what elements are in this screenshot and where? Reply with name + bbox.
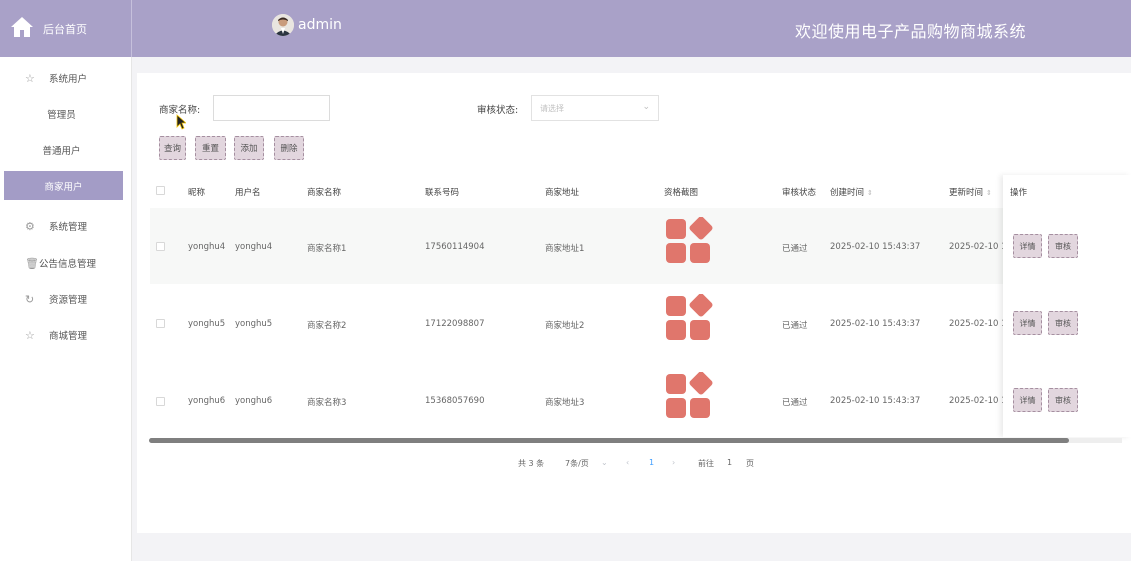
sidebar-item-label: 管理员	[47, 110, 76, 121]
cell-created: 2025-02-10 15:43:37	[830, 396, 921, 406]
cell-nickname: yonghu4	[188, 242, 226, 252]
sidebar-item-label: 商家用户	[44, 181, 83, 193]
pagination-total: 共 3 条	[518, 459, 545, 468]
username[interactable]: admin	[298, 17, 342, 33]
sidebar: ☆ 系统用户 管理员 普通用户 商家用户 ⚙ 系统管理 🗑 公告信息管理 ↻ 资…	[0, 57, 132, 561]
refresh-icon: ↻	[25, 292, 35, 306]
home-link[interactable]: 后台首页	[0, 0, 132, 57]
col-header-audit-status: 审核状态	[782, 188, 817, 198]
sidebar-item-label: 资源管理	[49, 295, 88, 306]
mouse-cursor-icon	[176, 114, 186, 130]
cell-nickname: yonghu6	[188, 396, 226, 406]
col-header-merchant-name: 商家名称	[307, 188, 342, 198]
sidebar-item-label: 商城管理	[49, 331, 88, 342]
chevron-down-icon: ⌄	[642, 102, 650, 112]
updated-label: 更新时间	[949, 188, 984, 198]
qualification-image[interactable]	[665, 294, 713, 342]
cell-address: 商家地址3	[545, 398, 585, 408]
cell-audit-status: 已通过	[782, 398, 808, 408]
col-header-nickname: 昵称	[188, 188, 206, 198]
audit-status-label: 审核状态:	[477, 105, 519, 116]
chevron-down-icon[interactable]: ⌄	[601, 458, 608, 467]
qualification-image[interactable]	[665, 217, 713, 265]
home-icon	[11, 17, 33, 37]
cell-merchant-name: 商家名称3	[307, 398, 347, 408]
audit-status-select[interactable]: 请选择 ⌄	[531, 95, 659, 121]
avatar-image	[272, 14, 294, 36]
star-outline-icon: ☆	[25, 71, 35, 85]
goto-label: 前往	[698, 459, 714, 468]
next-page-button[interactable]: ›	[672, 458, 675, 467]
cell-created: 2025-02-10 15:43:37	[830, 242, 921, 252]
cell-phone: 15368057690	[425, 396, 485, 406]
sidebar-item-label: 系统用户	[49, 74, 88, 85]
sidebar-item-system-management[interactable]: ⚙ 系统管理	[0, 215, 132, 237]
site-title: 欢迎使用电子产品购物商城系统	[795, 22, 1027, 41]
col-header-created[interactable]: 创建时间 ⇕	[830, 186, 873, 198]
col-header-address: 商家地址	[545, 188, 580, 198]
sidebar-item-announcements[interactable]: 🗑 公告信息管理	[0, 252, 132, 274]
page-number-current[interactable]: 1	[649, 458, 654, 467]
delete-button[interactable]: 删除	[274, 136, 304, 160]
add-button[interactable]: 添加	[234, 136, 264, 160]
top-header: 后台首页 admin 欢迎使用电子产品购物商城系统	[0, 0, 1131, 57]
sidebar-item-system-users[interactable]: ☆ 系统用户	[0, 67, 132, 89]
audit-button[interactable]: 审核	[1048, 388, 1078, 412]
cell-username: yonghu6	[235, 396, 273, 406]
sidebar-item-merchant-users[interactable]: 商家用户	[4, 171, 123, 200]
row-checkbox[interactable]	[156, 242, 165, 251]
cell-address: 商家地址2	[545, 321, 585, 331]
gear-icon: ⚙	[25, 219, 35, 233]
col-header-qualification: 资格截图	[664, 188, 699, 198]
trash-icon: 🗑	[25, 256, 39, 270]
col-header-username: 用户名	[235, 188, 261, 198]
cell-merchant-name: 商家名称1	[307, 244, 347, 254]
audit-button[interactable]: 审核	[1048, 234, 1078, 258]
sidebar-item-mall[interactable]: ☆ 商城管理	[0, 324, 132, 346]
qualification-image[interactable]	[665, 372, 713, 420]
sort-icon[interactable]: ⇕	[986, 189, 992, 197]
cell-username: yonghu4	[235, 242, 273, 252]
cell-username: yonghu5	[235, 319, 273, 329]
detail-button[interactable]: 详情	[1013, 388, 1042, 412]
horizontal-scrollbar-thumb[interactable]	[149, 438, 1069, 443]
cell-merchant-name: 商家名称2	[307, 321, 347, 331]
cell-address: 商家地址1	[545, 244, 585, 254]
actions-column: 操作 详情 审核 详情 审核 详情 审核	[1003, 175, 1131, 437]
select-placeholder: 请选择	[540, 103, 564, 113]
avatar[interactable]	[272, 14, 294, 36]
audit-button[interactable]: 审核	[1048, 311, 1078, 335]
goto-page-input[interactable]: 1	[727, 458, 732, 467]
page-size-select[interactable]: 7条/页	[565, 458, 589, 469]
prev-page-button[interactable]: ‹	[626, 458, 629, 467]
star-outline-icon: ☆	[25, 328, 35, 342]
cell-audit-status: 已通过	[782, 244, 808, 254]
cell-phone: 17122098807	[425, 319, 485, 329]
sidebar-item-admins[interactable]: 管理员	[0, 103, 132, 125]
merchant-name-input[interactable]	[213, 95, 330, 121]
col-header-actions: 操作	[1010, 188, 1028, 198]
sidebar-item-label: 普通用户	[42, 146, 81, 157]
home-label: 后台首页	[43, 23, 87, 36]
detail-button[interactable]: 详情	[1013, 311, 1042, 335]
goto-page-suffix: 页	[746, 459, 754, 468]
row-checkbox[interactable]	[156, 319, 165, 328]
created-label: 创建时间	[830, 188, 865, 198]
sidebar-item-label: 系统管理	[49, 222, 88, 233]
sidebar-item-label: 公告信息管理	[39, 259, 97, 270]
detail-button[interactable]: 详情	[1013, 234, 1042, 258]
reset-button[interactable]: 重置	[195, 136, 226, 160]
sort-icon[interactable]: ⇕	[867, 189, 873, 197]
cell-nickname: yonghu5	[188, 319, 226, 329]
cell-created: 2025-02-10 15:43:37	[830, 319, 921, 329]
col-header-phone: 联系号码	[425, 188, 460, 198]
sidebar-item-resources[interactable]: ↻ 资源管理	[0, 288, 132, 310]
cell-phone: 17560114904	[425, 242, 485, 252]
col-header-updated[interactable]: 更新时间 ⇕	[949, 186, 992, 198]
row-checkbox[interactable]	[156, 397, 165, 406]
sidebar-item-normal-users[interactable]: 普通用户	[0, 139, 132, 161]
cell-audit-status: 已通过	[782, 321, 808, 331]
select-all-checkbox[interactable]	[156, 186, 165, 195]
query-button[interactable]: 查询	[159, 136, 186, 160]
